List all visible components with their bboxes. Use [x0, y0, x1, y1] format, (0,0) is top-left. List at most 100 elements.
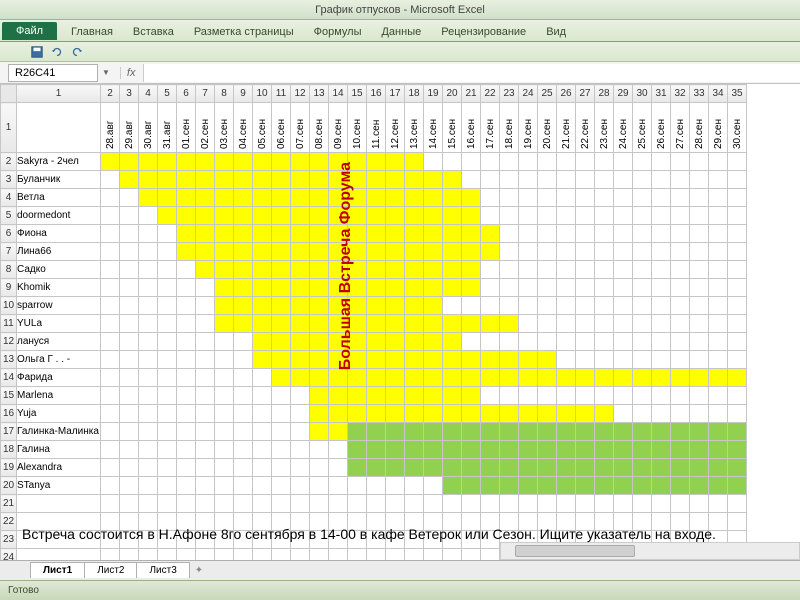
gantt-cell[interactable]: [120, 171, 139, 189]
row-header[interactable]: 19: [1, 459, 17, 477]
gantt-cell[interactable]: [158, 441, 177, 459]
date-header-cell[interactable]: 26.сен: [652, 103, 671, 153]
gantt-cell[interactable]: [728, 279, 747, 297]
date-header-cell[interactable]: 21.сен: [557, 103, 576, 153]
column-header[interactable]: 16: [367, 85, 386, 103]
gantt-cell[interactable]: [272, 225, 291, 243]
gantt-cell[interactable]: [462, 153, 481, 171]
column-header[interactable]: 12: [291, 85, 310, 103]
gantt-cell[interactable]: [215, 441, 234, 459]
gantt-cell[interactable]: [728, 459, 747, 477]
redo-icon[interactable]: [70, 45, 84, 59]
gantt-cell[interactable]: [329, 171, 348, 189]
gantt-cell[interactable]: [405, 243, 424, 261]
gantt-cell[interactable]: [652, 441, 671, 459]
gantt-cell[interactable]: [462, 225, 481, 243]
gantt-cell[interactable]: [443, 171, 462, 189]
person-name-cell[interactable]: Marlena: [17, 387, 101, 405]
gantt-cell[interactable]: [101, 459, 120, 477]
gantt-cell[interactable]: [120, 315, 139, 333]
gantt-cell[interactable]: [424, 297, 443, 315]
gantt-cell[interactable]: [158, 333, 177, 351]
gantt-cell[interactable]: [329, 315, 348, 333]
gantt-cell[interactable]: [215, 279, 234, 297]
gantt-cell[interactable]: [177, 333, 196, 351]
gantt-cell[interactable]: [158, 207, 177, 225]
gantt-cell[interactable]: [158, 297, 177, 315]
gantt-cell[interactable]: [405, 225, 424, 243]
gantt-cell[interactable]: [139, 477, 158, 495]
gantt-cell[interactable]: [120, 423, 139, 441]
gantt-cell[interactable]: [215, 261, 234, 279]
gantt-cell[interactable]: [139, 279, 158, 297]
gantt-cell[interactable]: [462, 171, 481, 189]
gantt-cell[interactable]: [690, 423, 709, 441]
gantt-cell[interactable]: [158, 153, 177, 171]
date-header-cell[interactable]: 20.сен: [538, 103, 557, 153]
gantt-cell[interactable]: [424, 243, 443, 261]
gantt-cell[interactable]: [652, 477, 671, 495]
cell[interactable]: [519, 495, 538, 513]
gantt-cell[interactable]: [215, 153, 234, 171]
gantt-cell[interactable]: [367, 477, 386, 495]
person-name-cell[interactable]: Галинка-Малинка: [17, 423, 101, 441]
gantt-cell[interactable]: [101, 189, 120, 207]
gantt-cell[interactable]: [690, 369, 709, 387]
gantt-cell[interactable]: [519, 387, 538, 405]
gantt-cell[interactable]: [443, 405, 462, 423]
gantt-cell[interactable]: [329, 189, 348, 207]
gantt-cell[interactable]: [310, 171, 329, 189]
gantt-cell[interactable]: [120, 405, 139, 423]
column-header[interactable]: 1: [17, 85, 101, 103]
date-header-cell[interactable]: 06.сен: [272, 103, 291, 153]
gantt-cell[interactable]: [405, 423, 424, 441]
gantt-cell[interactable]: [671, 243, 690, 261]
gantt-cell[interactable]: [291, 315, 310, 333]
gantt-cell[interactable]: [500, 225, 519, 243]
gantt-cell[interactable]: [215, 423, 234, 441]
gantt-cell[interactable]: [690, 405, 709, 423]
gantt-cell[interactable]: [462, 387, 481, 405]
gantt-cell[interactable]: [196, 459, 215, 477]
gantt-cell[interactable]: [614, 225, 633, 243]
gantt-cell[interactable]: [234, 459, 253, 477]
date-header-cell[interactable]: 08.сен: [310, 103, 329, 153]
gantt-cell[interactable]: [253, 333, 272, 351]
gantt-cell[interactable]: [671, 279, 690, 297]
cell[interactable]: [538, 495, 557, 513]
gantt-cell[interactable]: [234, 333, 253, 351]
ribbon-tab[interactable]: Разметка страницы: [184, 23, 304, 41]
gantt-cell[interactable]: [253, 297, 272, 315]
sheet-tab[interactable]: Лист2: [84, 562, 137, 578]
gantt-cell[interactable]: [652, 153, 671, 171]
gantt-cell[interactable]: [310, 387, 329, 405]
gantt-cell[interactable]: [519, 225, 538, 243]
cell[interactable]: [652, 495, 671, 513]
gantt-cell[interactable]: [405, 297, 424, 315]
gantt-cell[interactable]: [576, 153, 595, 171]
gantt-cell[interactable]: [272, 387, 291, 405]
gantt-cell[interactable]: [538, 369, 557, 387]
gantt-cell[interactable]: [291, 441, 310, 459]
gantt-cell[interactable]: [576, 405, 595, 423]
gantt-cell[interactable]: [462, 297, 481, 315]
gantt-cell[interactable]: [405, 441, 424, 459]
gantt-cell[interactable]: [424, 315, 443, 333]
date-header-cell[interactable]: 30.сен: [728, 103, 747, 153]
gantt-cell[interactable]: [424, 351, 443, 369]
gantt-cell[interactable]: [728, 423, 747, 441]
cell[interactable]: [234, 495, 253, 513]
date-header-cell[interactable]: 05.сен: [253, 103, 272, 153]
gantt-cell[interactable]: [576, 189, 595, 207]
gantt-cell[interactable]: [158, 279, 177, 297]
gantt-cell[interactable]: [348, 423, 367, 441]
gantt-cell[interactable]: [405, 315, 424, 333]
gantt-cell[interactable]: [272, 477, 291, 495]
gantt-cell[interactable]: [348, 243, 367, 261]
gantt-cell[interactable]: [386, 279, 405, 297]
gantt-cell[interactable]: [576, 261, 595, 279]
gantt-cell[interactable]: [690, 171, 709, 189]
gantt-cell[interactable]: [120, 459, 139, 477]
gantt-cell[interactable]: [291, 477, 310, 495]
gantt-cell[interactable]: [728, 261, 747, 279]
